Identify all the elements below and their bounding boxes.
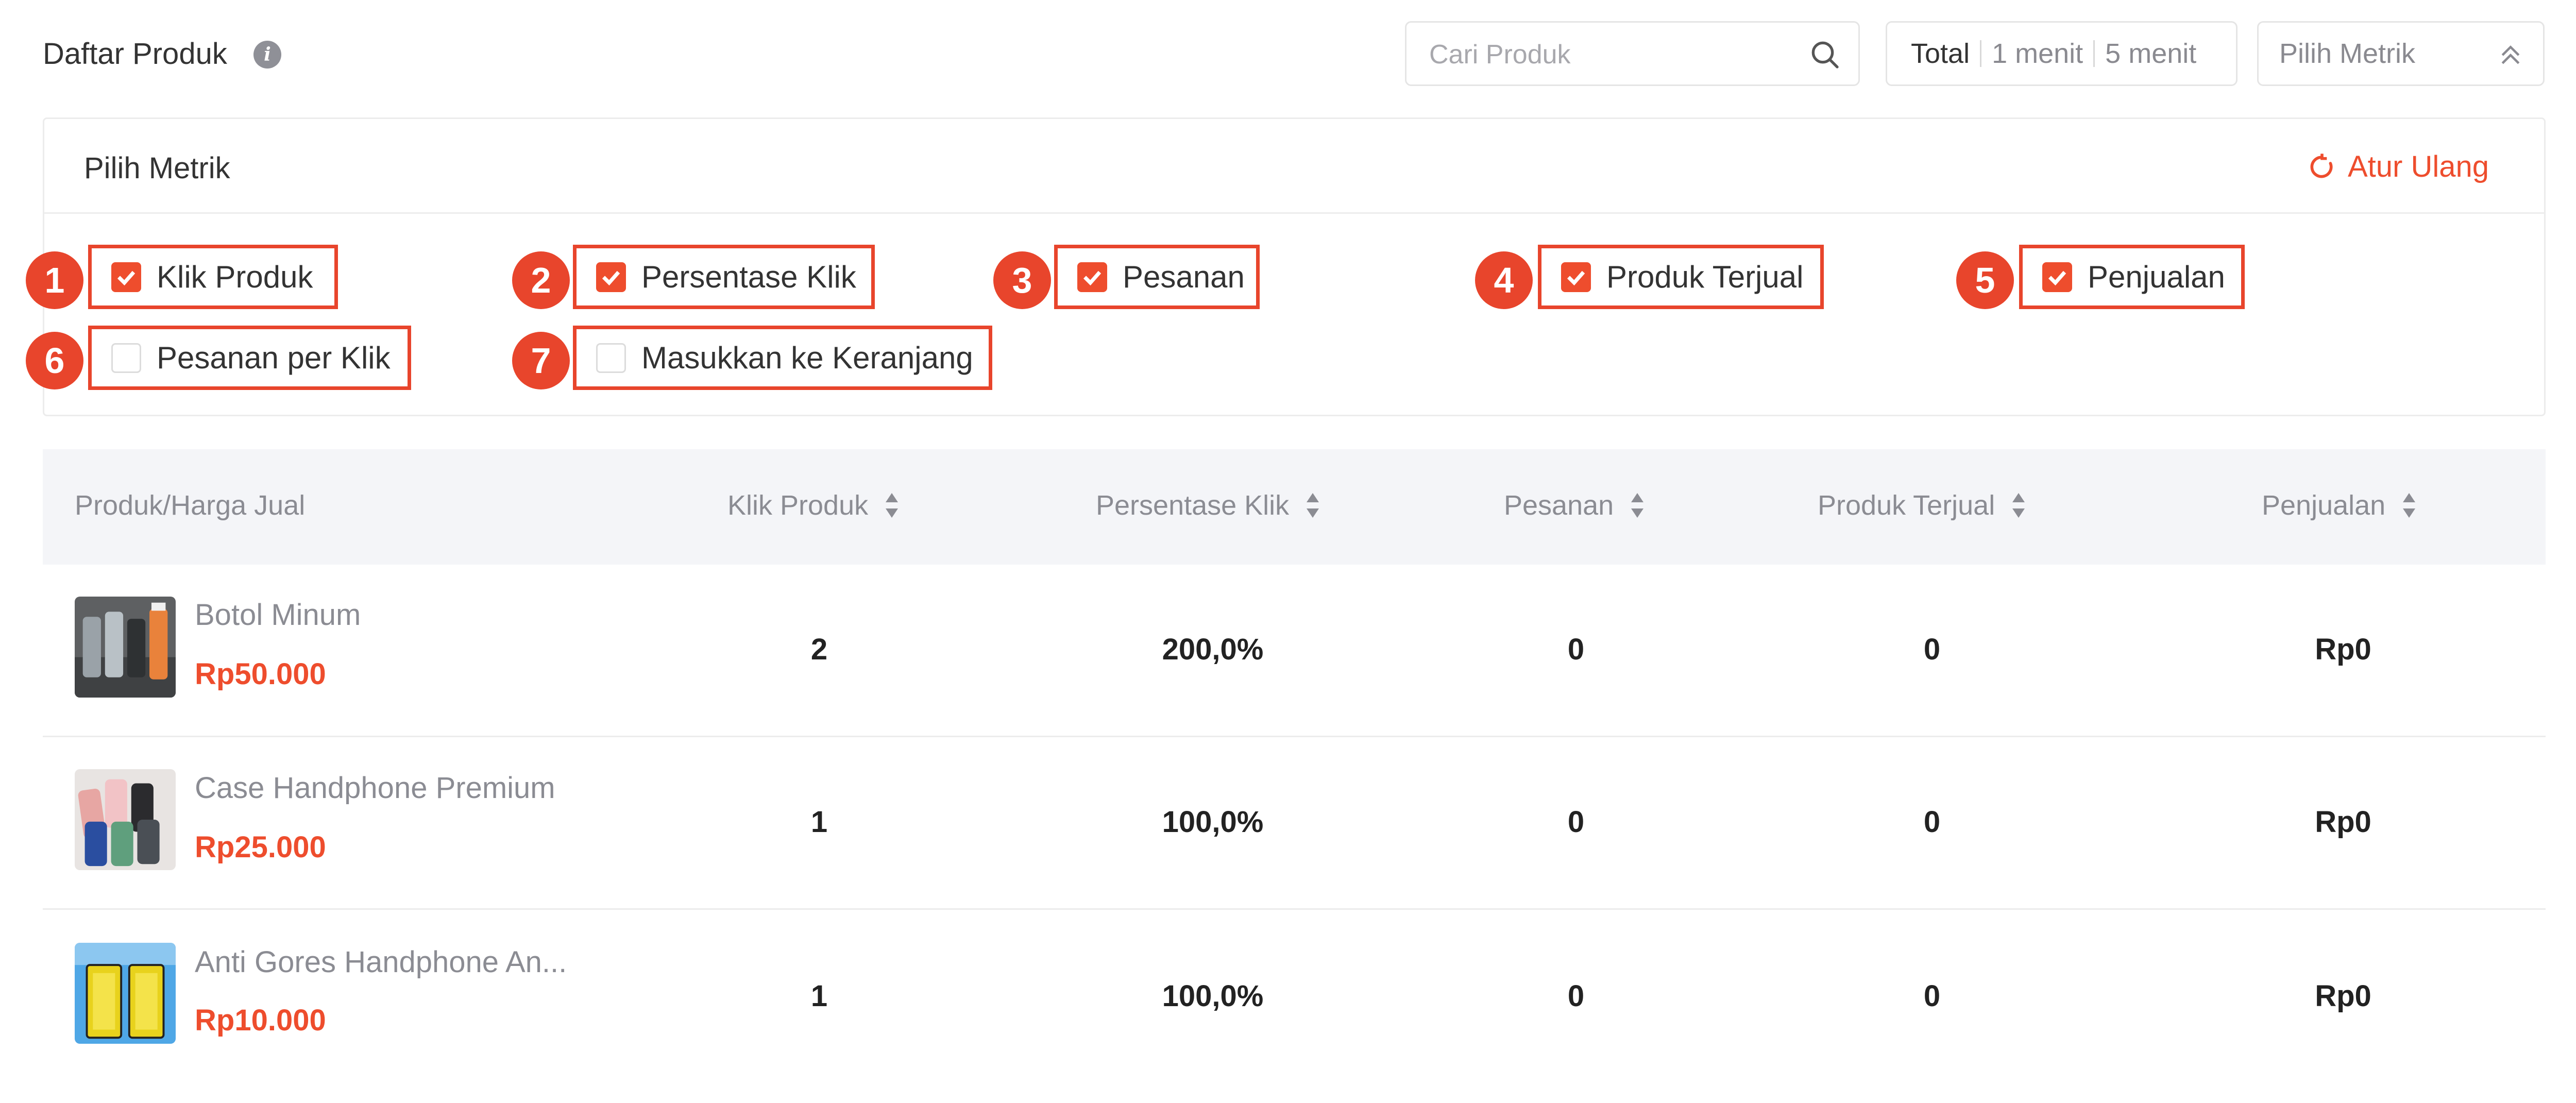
annotation-badge-1: 1 — [26, 251, 83, 309]
metric-panel-header — [44, 119, 2544, 214]
search-box[interactable] — [1405, 21, 1860, 86]
product-thumbnail-phone-cases[interactable] — [75, 769, 176, 870]
cell-persentase-klik: 100,0% — [1162, 979, 1264, 1013]
metric-option-label: Produk Terjual — [1606, 260, 1804, 294]
search-input[interactable] — [1429, 38, 1790, 71]
segment-1-minute[interactable]: 1 menit — [1992, 38, 2083, 70]
column-header-persentase-klik[interactable]: Persentase Klik — [1096, 489, 1321, 521]
checkbox-checked[interactable] — [111, 262, 141, 292]
cell-pesanan: 0 — [1567, 979, 1585, 1013]
metric-option-produk-terjual[interactable]: Produk Terjual — [1538, 245, 1824, 309]
annotation-badge-3: 3 — [993, 251, 1051, 309]
column-header-klik-produk[interactable]: Klik Produk — [727, 489, 900, 521]
product-name[interactable]: Botol Minum — [195, 598, 361, 632]
column-header-label: Persentase Klik — [1096, 490, 1290, 521]
product-name[interactable]: Anti Gores Handphone An... — [195, 945, 567, 979]
annotation-badge-4: 4 — [1475, 251, 1533, 309]
reset-button[interactable]: Atur Ulang — [2308, 149, 2489, 184]
annotation-badge-6: 6 — [26, 332, 83, 389]
row-divider — [43, 736, 2546, 737]
metric-option-label: Pesanan per Klik — [157, 341, 391, 375]
column-header-pesanan[interactable]: Pesanan — [1504, 489, 1646, 521]
checkbox-unchecked[interactable] — [111, 343, 141, 373]
product-price: Rp50.000 — [195, 657, 326, 691]
sort-icon[interactable] — [2010, 491, 2027, 519]
column-header-label: Klik Produk — [727, 490, 869, 521]
metric-option-masukkan-ke-keranjang[interactable]: Masukkan ke Keranjang — [573, 326, 992, 390]
cell-pesanan: 0 — [1567, 633, 1585, 666]
checkbox-checked[interactable] — [596, 262, 626, 292]
sort-icon[interactable] — [2401, 491, 2417, 519]
metric-option-label: Pesanan — [1123, 260, 1245, 294]
metric-option-label: Masukkan ke Keranjang — [641, 341, 973, 375]
row-divider — [43, 908, 2546, 910]
checkbox-checked[interactable] — [1561, 262, 1591, 292]
sort-icon[interactable] — [884, 491, 900, 519]
checkbox-checked[interactable] — [1077, 262, 1107, 292]
metric-option-penjualan[interactable]: Penjualan — [2019, 245, 2245, 309]
metric-option-pesanan[interactable]: Pesanan — [1054, 245, 1260, 309]
page-title: Daftar Produk — [43, 37, 227, 71]
cell-produk-terjual: 0 — [1923, 979, 1941, 1013]
cell-klik-produk: 1 — [810, 979, 828, 1013]
segment-total[interactable]: Total — [1911, 38, 1970, 70]
column-header-label: Produk Terjual — [1818, 490, 1995, 521]
refresh-icon — [2310, 153, 2333, 178]
cell-persentase-klik: 100,0% — [1162, 805, 1264, 839]
cell-persentase-klik: 200,0% — [1162, 633, 1264, 666]
product-thumbnail-bottles[interactable] — [75, 597, 176, 698]
column-header-produk: Produk/Harga Jual — [75, 489, 305, 521]
cell-penjualan: Rp0 — [2315, 633, 2371, 666]
metric-dropdown-label: Pilih Metrik — [2279, 38, 2416, 69]
search-icon[interactable] — [1808, 38, 1841, 71]
chevron-double-up-icon — [2501, 45, 2520, 64]
checkbox-unchecked[interactable] — [596, 343, 626, 373]
info-icon[interactable]: i — [253, 41, 281, 69]
sort-icon[interactable] — [1304, 491, 1321, 519]
product-name[interactable]: Case Handphone Premium — [195, 771, 555, 805]
column-header-label: Pesanan — [1504, 490, 1614, 521]
reset-label: Atur Ulang — [2348, 150, 2489, 183]
time-range-segmented: Total 1 menit 5 menit — [1886, 21, 2238, 86]
annotation-badge-5: 5 — [1956, 251, 2014, 309]
annotation-badge-2: 2 — [512, 251, 570, 309]
metric-dropdown[interactable]: Pilih Metrik — [2257, 21, 2545, 86]
metric-option-persentase-klik[interactable]: Persentase Klik — [573, 245, 875, 309]
metric-option-label: Persentase Klik — [641, 260, 856, 294]
product-price: Rp10.000 — [195, 1004, 326, 1037]
sort-icon[interactable] — [1629, 491, 1646, 519]
segment-divider — [1980, 40, 1982, 67]
checkbox-checked[interactable] — [2042, 262, 2072, 292]
product-price: Rp25.000 — [195, 830, 326, 864]
column-header-label: Penjualan — [2262, 490, 2386, 521]
cell-klik-produk: 2 — [810, 633, 828, 666]
metric-option-label: Klik Produk — [157, 260, 313, 294]
metric-option-label: Penjualan — [2088, 260, 2225, 294]
annotation-badge-7: 7 — [512, 332, 570, 389]
cell-produk-terjual: 0 — [1923, 633, 1941, 666]
metric-panel-title: Pilih Metrik — [84, 151, 230, 185]
column-header-label: Produk/Harga Jual — [75, 490, 306, 521]
product-thumbnail-screen-protector[interactable] — [75, 943, 176, 1044]
metric-option-klik-produk[interactable]: Klik Produk — [88, 245, 338, 309]
segment-divider — [2093, 40, 2095, 67]
cell-penjualan: Rp0 — [2315, 979, 2371, 1013]
column-header-produk-terjual[interactable]: Produk Terjual — [1818, 489, 2027, 521]
cell-produk-terjual: 0 — [1923, 805, 1941, 839]
metric-option-pesanan-per-klik[interactable]: Pesanan per Klik — [88, 326, 411, 390]
cell-pesanan: 0 — [1567, 805, 1585, 839]
segment-5-minutes[interactable]: 5 menit — [2105, 38, 2196, 70]
cell-penjualan: Rp0 — [2315, 805, 2371, 839]
column-header-penjualan[interactable]: Penjualan — [2262, 489, 2417, 521]
cell-klik-produk: 1 — [810, 805, 828, 839]
